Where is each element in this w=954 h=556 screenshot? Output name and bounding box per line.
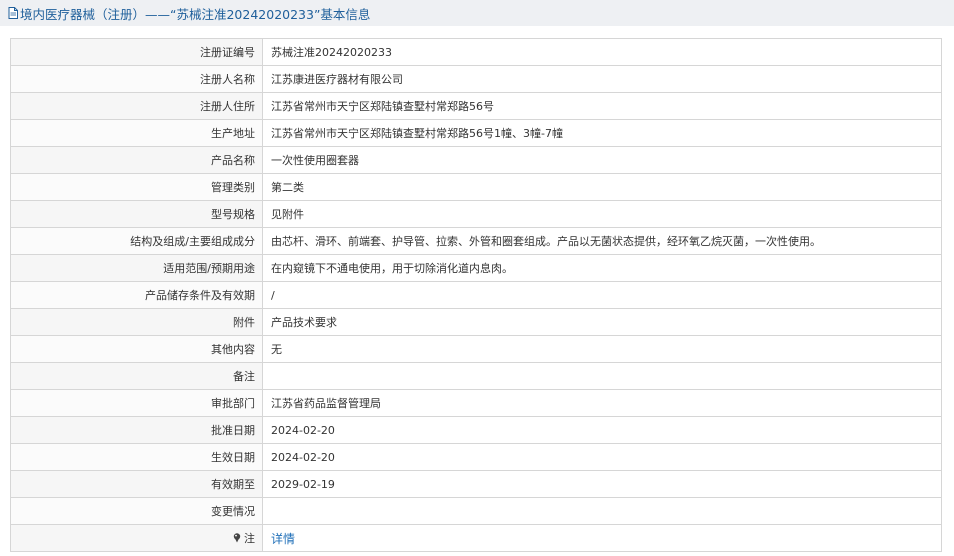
row-label: 管理类别 <box>10 173 263 201</box>
row-value: 2029-02-19 <box>262 470 942 498</box>
table-row: 变更情况 <box>10 497 942 525</box>
row-label: 变更情况 <box>10 497 263 525</box>
footer-label: 注 <box>244 532 255 545</box>
info-table: 注册证编号 苏械注准20242020233 注册人名称 江苏康进医疗器材有限公司 注册人… <box>10 38 942 552</box>
row-label: 有效期至 <box>10 470 263 498</box>
row-label: 备注 <box>10 362 263 390</box>
table-row: 注册证编号 苏械注准20242020233 <box>10 38 942 66</box>
row-label: 注册证编号 <box>10 38 263 66</box>
row-label: 其他内容 <box>10 335 263 363</box>
footer-label-cell: 注 <box>10 524 263 552</box>
page-title: 境内医疗器械（注册）——“苏械注准20242020233”基本信息 <box>20 6 371 22</box>
row-value <box>262 362 942 390</box>
row-value: 江苏省药品监督管理局 <box>262 389 942 417</box>
row-value: 江苏康进医疗器材有限公司 <box>262 65 942 93</box>
row-value: 由芯杆、滑环、前端套、护导管、拉索、外管和圈套组成。产品以无菌状态提供，经环氧乙… <box>262 227 942 255</box>
detail-link[interactable]: 详情 <box>271 532 295 546</box>
table-row: 附件 产品技术要求 <box>10 308 942 336</box>
table-row: 批准日期 2024-02-20 <box>10 416 942 444</box>
row-value: 一次性使用圈套器 <box>262 146 942 174</box>
row-value: 江苏省常州市天宁区郑陆镇查墅村常郑路56号1幢、3幢-7幢 <box>262 119 942 147</box>
table-row: 适用范围/预期用途 在内窥镜下不通电使用，用于切除消化道内息肉。 <box>10 254 942 282</box>
row-value: 江苏省常州市天宁区郑陆镇查墅村常郑路56号 <box>262 92 942 120</box>
table-row: 其他内容无 <box>10 335 942 363</box>
table-row-footer: 注 详情 <box>10 524 942 552</box>
page-title-bar: 境内医疗器械（注册）——“苏械注准20242020233”基本信息 <box>0 0 954 26</box>
row-value: 无 <box>262 335 942 363</box>
table-row: 产品储存条件及有效期 / <box>10 281 942 309</box>
table-row: 备注 <box>10 362 942 390</box>
row-label: 型号规格 <box>10 200 263 228</box>
row-label: 结构及组成/主要组成成分 <box>10 227 263 255</box>
pin-icon <box>233 533 242 543</box>
row-label: 批准日期 <box>10 416 263 444</box>
row-value: 见附件 <box>262 200 942 228</box>
row-label: 注册人住所 <box>10 92 263 120</box>
table-row: 结构及组成/主要组成成分 由芯杆、滑环、前端套、护导管、拉索、外管和圈套组成。产品… <box>10 227 942 255</box>
info-table-body: 注册证编号 苏械注准20242020233 注册人名称 江苏康进医疗器材有限公司 注册人… <box>10 38 942 525</box>
row-label: 附件 <box>10 308 263 336</box>
row-label: 产品储存条件及有效期 <box>10 281 263 309</box>
row-value: 在内窥镜下不通电使用，用于切除消化道内息肉。 <box>262 254 942 282</box>
row-label: 产品名称 <box>10 146 263 174</box>
row-value: / <box>262 281 942 309</box>
row-label: 生产地址 <box>10 119 263 147</box>
row-label: 生效日期 <box>10 443 263 471</box>
table-row: 有效期至 2029-02-19 <box>10 470 942 498</box>
row-value: 第二类 <box>262 173 942 201</box>
table-row: 注册人住所 江苏省常州市天宁区郑陆镇查墅村常郑路56号 <box>10 92 942 120</box>
table-row: 生效日期 2024-02-20 <box>10 443 942 471</box>
row-value: 2024-02-20 <box>262 416 942 444</box>
row-label: 审批部门 <box>10 389 263 417</box>
document-icon <box>8 7 18 19</box>
row-value: 产品技术要求 <box>262 308 942 336</box>
row-value: 苏械注准20242020233 <box>262 38 942 66</box>
row-value: 2024-02-20 <box>262 443 942 471</box>
footer-value-cell: 详情 <box>262 524 942 552</box>
row-label: 适用范围/预期用途 <box>10 254 263 282</box>
table-row: 审批部门 江苏省药品监督管理局 <box>10 389 942 417</box>
row-value <box>262 497 942 525</box>
table-row: 注册人名称 江苏康进医疗器材有限公司 <box>10 65 942 93</box>
table-row: 管理类别 第二类 <box>10 173 942 201</box>
table-row: 型号规格 见附件 <box>10 200 942 228</box>
table-row: 产品名称 一次性使用圈套器 <box>10 146 942 174</box>
table-row: 生产地址 江苏省常州市天宁区郑陆镇查墅村常郑路56号1幢、3幢-7幢 <box>10 119 942 147</box>
row-label: 注册人名称 <box>10 65 263 93</box>
